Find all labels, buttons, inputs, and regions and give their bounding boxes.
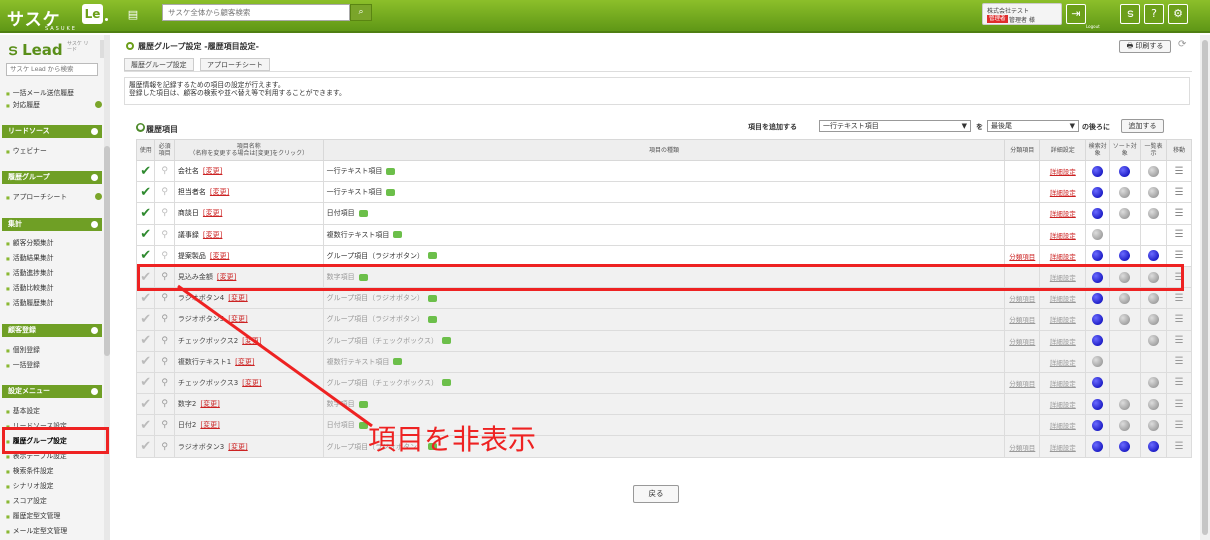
annotation-arrow xyxy=(177,284,373,428)
annotation-arrow-line xyxy=(177,284,373,428)
annotation-text: 項目を非表示 xyxy=(368,423,537,456)
page-scroll-thumb[interactable] xyxy=(1202,40,1208,535)
